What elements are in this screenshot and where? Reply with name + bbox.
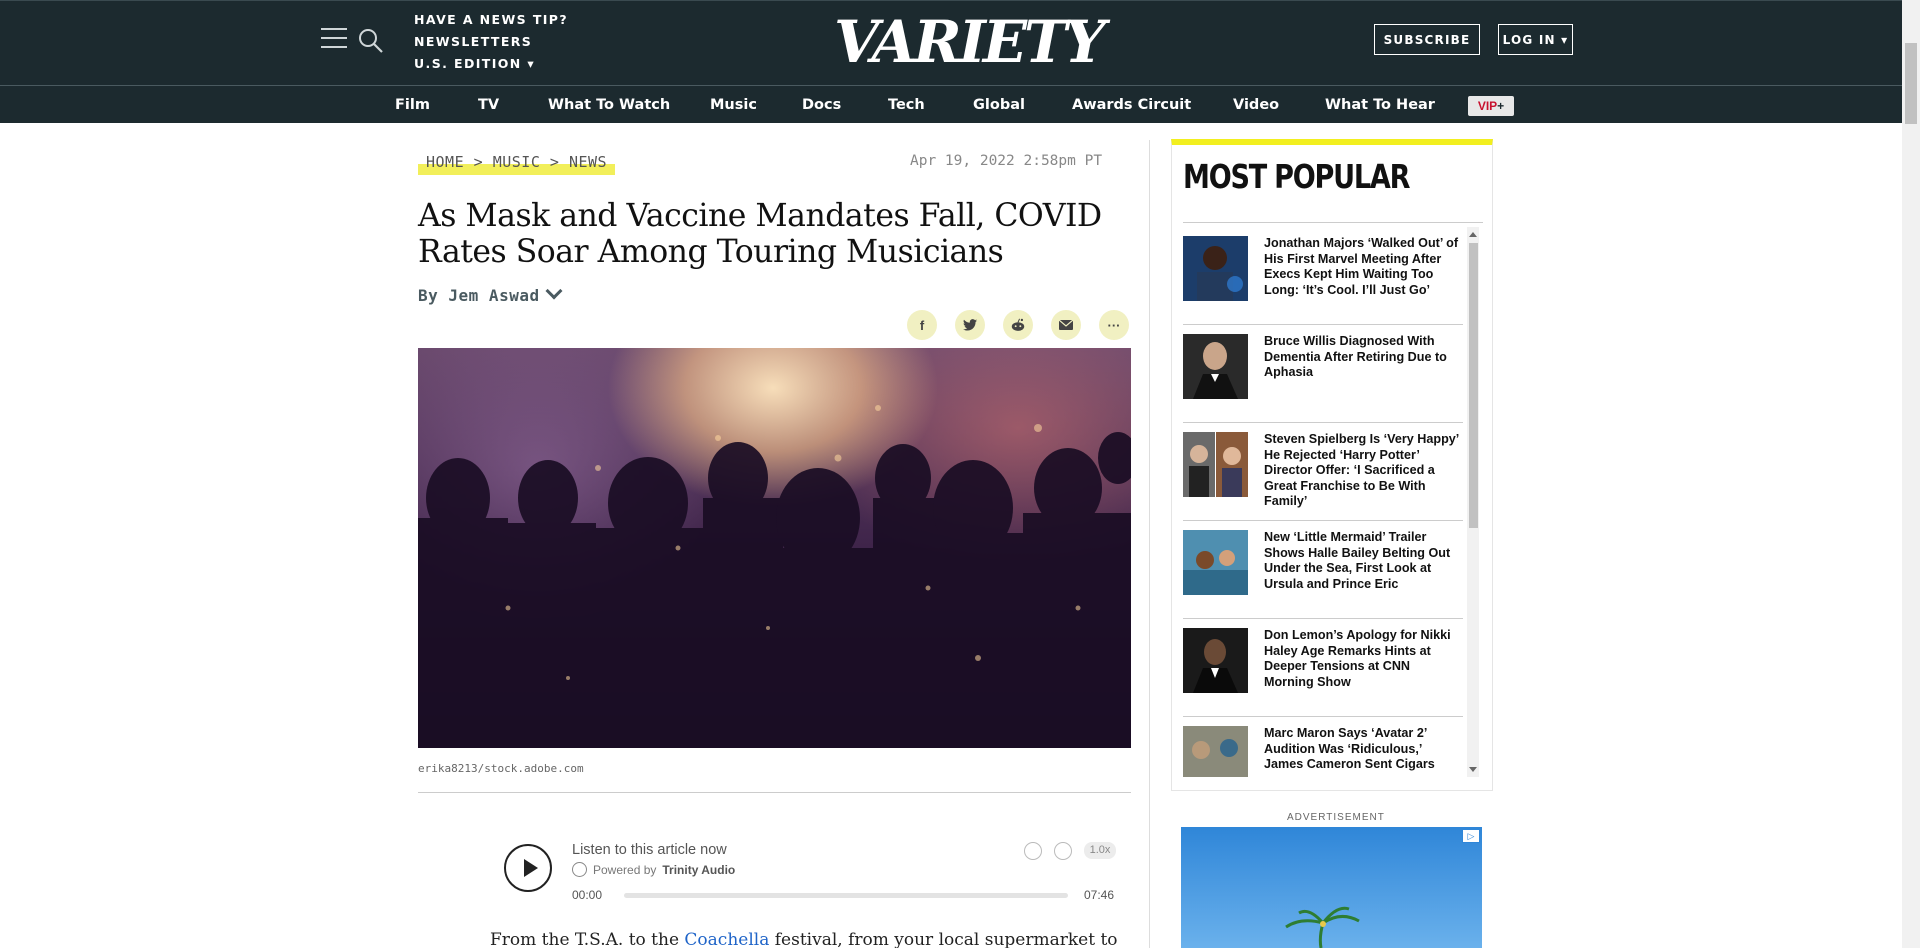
rewind-icon[interactable] — [1024, 842, 1042, 860]
divider — [1183, 222, 1483, 223]
powered-by-label: Powered by — [593, 862, 657, 877]
publish-date: Apr 19, 2022 2:58pm PT — [910, 153, 1103, 169]
facebook-share-icon[interactable]: f — [907, 310, 937, 340]
window-scrollbar[interactable] — [1902, 0, 1920, 948]
article-body-first-line: From the T.S.A. to the Coachella festiva… — [490, 930, 1118, 948]
forward-icon[interactable] — [1054, 842, 1072, 860]
breadcrumb[interactable]: HOME > MUSIC > NEWS — [418, 151, 616, 175]
globe-icon — [572, 862, 587, 877]
newsletters-link[interactable]: NEWSLETTERS — [414, 31, 568, 53]
thumbnail-image — [1183, 628, 1248, 693]
nav-item-tech[interactable]: Tech — [888, 86, 925, 124]
divider — [418, 792, 1131, 793]
column-divider — [1149, 140, 1150, 948]
list-scrollbar-thumb[interactable] — [1469, 243, 1478, 528]
reddit-share-icon[interactable] — [1003, 310, 1033, 340]
news-tip-link[interactable]: HAVE A NEWS TIP? — [414, 9, 568, 31]
concert-crowd-silhouette — [418, 405, 1131, 748]
most-popular-widget: MOST POPULAR Jonathan Majors ‘Walked Out… — [1171, 139, 1493, 791]
image-credit: erika8213/stock.adobe.com — [418, 762, 584, 775]
variety-logo[interactable]: VARIETY — [834, 7, 1106, 77]
nav-item-what-to-hear[interactable]: What To Hear — [1325, 86, 1435, 124]
ad-choices-icon[interactable]: ▷ — [1462, 829, 1480, 843]
nav-item-docs[interactable]: Docs — [802, 86, 841, 124]
scroll-up-icon[interactable] — [1469, 232, 1477, 237]
article-headline: As Mask and Vaccine Mandates Fall, COVID… — [418, 198, 1102, 270]
playback-speed[interactable]: 1.0x — [1084, 842, 1116, 859]
palm-tree-image — [1285, 906, 1360, 948]
scroll-down-icon[interactable] — [1469, 767, 1477, 772]
current-time: 00:00 — [572, 888, 603, 902]
hamburger-menu-icon[interactable] — [321, 28, 347, 50]
play-button[interactable] — [504, 844, 552, 892]
list-item-title[interactable]: Jonathan Majors ‘Walked Out’ of His Firs… — [1264, 236, 1460, 298]
thumbnail-image — [1183, 726, 1248, 777]
list-item[interactable]: Steven Spielberg Is ‘Very Happy’ He Reje… — [1183, 423, 1463, 521]
byline[interactable]: By Jem Aswad — [418, 282, 563, 305]
search-icon[interactable] — [357, 27, 385, 55]
list-item[interactable]: Don Lemon’s Apology for Nikki Haley Age … — [1183, 619, 1463, 717]
nav-item-video[interactable]: Video — [1233, 86, 1279, 124]
vip-plus-icon: + — [1497, 99, 1505, 113]
nav-item-awards-circuit[interactable]: Awards Circuit — [1072, 86, 1191, 124]
player-title: Listen to this article now — [572, 842, 727, 858]
chevron-down-icon[interactable] — [545, 282, 563, 300]
email-share-icon[interactable] — [1051, 310, 1081, 340]
most-popular-title: MOST POPULAR — [1183, 157, 1410, 196]
more-share-icon[interactable]: ··· — [1099, 310, 1129, 340]
list-item[interactable]: Jonathan Majors ‘Walked Out’ of His Firs… — [1183, 227, 1463, 325]
thumbnail-image — [1183, 334, 1248, 399]
edition-selector[interactable]: U.S. EDITION ▾ — [414, 53, 568, 75]
list-item[interactable]: Bruce Willis Diagnosed With Dementia Aft… — [1183, 325, 1463, 423]
advertisement-label: ADVERTISEMENT — [1287, 812, 1385, 823]
article-hero-image — [418, 348, 1131, 748]
vip-label: VIP — [1477, 99, 1498, 113]
header-utility-links: HAVE A NEWS TIP? NEWSLETTERS U.S. EDITIO… — [414, 9, 568, 75]
most-popular-list[interactable]: Jonathan Majors ‘Walked Out’ of His Firs… — [1183, 227, 1463, 777]
main-nav: Film TV What To Watch Music Docs Tech Gl… — [0, 85, 1902, 123]
list-item-title[interactable]: New ‘Little Mermaid’ Trailer Shows Halle… — [1264, 530, 1460, 592]
author-name[interactable]: By Jem Aswad — [418, 286, 540, 305]
nav-item-what-to-watch[interactable]: What To Watch — [548, 86, 670, 124]
coachella-link[interactable]: Coachella — [684, 930, 769, 948]
list-item[interactable]: Marc Maron Says ‘Avatar 2’ Audition Was … — [1183, 717, 1463, 777]
audio-player: Listen to this article now Powered by Tr… — [504, 842, 1116, 908]
list-item-title[interactable]: Don Lemon’s Apology for Nikki Haley Age … — [1264, 628, 1460, 690]
site-header: HAVE A NEWS TIP? NEWSLETTERS U.S. EDITIO… — [0, 0, 1902, 85]
progress-bar[interactable] — [624, 893, 1068, 898]
list-item[interactable]: New ‘Little Mermaid’ Trailer Shows Halle… — [1183, 521, 1463, 619]
list-item-title[interactable]: Steven Spielberg Is ‘Very Happy’ He Reje… — [1264, 432, 1460, 510]
nav-item-music[interactable]: Music — [710, 86, 757, 124]
duration: 07:46 — [1084, 888, 1115, 902]
thumbnail-image — [1183, 432, 1248, 497]
advertisement-banner[interactable]: ▷ — [1181, 827, 1482, 948]
thumbnail-image — [1183, 530, 1248, 595]
nav-item-film[interactable]: Film — [395, 86, 430, 124]
thumbnail-image — [1183, 236, 1248, 301]
player-powered-by: Powered by Trinity Audio — [572, 862, 735, 877]
list-item-title[interactable]: Marc Maron Says ‘Avatar 2’ Audition Was … — [1264, 726, 1460, 773]
nav-item-global[interactable]: Global — [973, 86, 1025, 124]
subscribe-button[interactable]: SUBSCRIBE — [1374, 24, 1480, 55]
window-scrollbar-thumb[interactable] — [1905, 43, 1917, 124]
login-button[interactable]: LOG IN ▾ — [1498, 24, 1573, 55]
twitter-share-icon[interactable] — [955, 310, 985, 340]
provider-name[interactable]: Trinity Audio — [662, 863, 735, 877]
nav-item-tv[interactable]: TV — [478, 86, 499, 124]
vip-plus-link[interactable]: VIP+ — [1468, 96, 1514, 116]
list-item-title[interactable]: Bruce Willis Diagnosed With Dementia Aft… — [1264, 334, 1460, 381]
